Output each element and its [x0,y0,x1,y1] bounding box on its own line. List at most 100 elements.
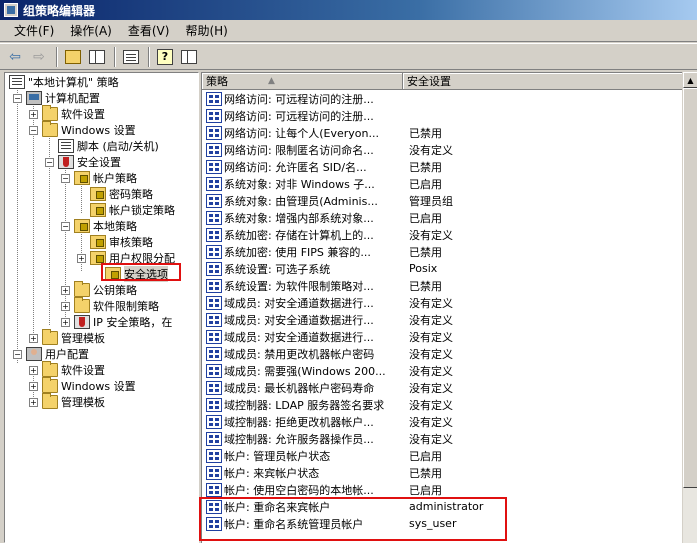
list-item[interactable]: 域成员: 对安全通道数据进行... 没有定义 [202,294,682,311]
expand-icon[interactable]: + [29,381,38,391]
policy-item-icon [206,125,222,140]
list-item[interactable]: 域成员: 最长机器帐户密码寿命 没有定义 [202,379,682,396]
policy-list[interactable]: 策略 ▲ 安全设置 网络访问: 可远程访问的注册... 网络访问: 可远程访问的注… [201,72,682,543]
scroll-thumb[interactable] [683,88,697,488]
tree-item-software-restriction[interactable]: + 软件限制策略 [61,297,159,314]
column-header-setting[interactable]: 安全设置 [403,73,682,90]
policy-name: 域成员: 最长机器帐户密码寿命 [224,381,375,395]
tree-item-password-policy[interactable]: 密码策略 [90,186,153,202]
folder-icon [42,377,58,393]
policy-setting: 没有定义 [409,143,453,157]
forward-arrow-icon[interactable]: ⇨ [28,46,50,68]
menu-view[interactable]: 查看(V) [120,20,178,41]
security-icon [58,155,74,169]
list-item[interactable]: 网络访问: 让每个人(Everyon... 已禁用 [202,124,682,141]
vertical-scrollbar[interactable]: ▲ [682,72,697,543]
policy-name: 域成员: 禁用更改机器帐户密码 [224,347,375,361]
policy-name: 网络访问: 允许匿名 SID/名... [224,160,367,174]
tree-item-ipsec[interactable]: + IP 安全策略，在 [61,314,172,330]
tree-item-computer-config[interactable]: − 计算机配置 [13,90,100,106]
tree-item-label: 脚本 (启动/关机) [77,140,159,153]
list-item[interactable]: 网络访问: 允许匿名 SID/名... 已禁用 [202,158,682,175]
expand-icon[interactable]: + [61,301,70,311]
tree-item-admin-templates[interactable]: + 管理模板 [29,329,105,346]
tree-item-label: 帐户锁定策略 [109,204,175,217]
list-item[interactable]: 网络访问: 可远程访问的注册... [202,107,682,124]
scroll-up-icon[interactable]: ▲ [683,72,697,88]
show-hide-tree-icon[interactable] [86,46,108,68]
expand-icon[interactable]: + [29,365,38,375]
tree-item-lockout-policy[interactable]: 帐户锁定策略 [90,202,175,218]
menu-action[interactable]: 操作(A) [62,20,120,41]
tree-item-label: 管理模板 [61,332,105,345]
tree-item-user-config[interactable]: − 用户配置 [13,346,89,362]
collapse-icon[interactable]: − [45,157,54,167]
menu-help[interactable]: 帮助(H) [177,20,235,41]
highlight-box-tree [101,263,181,281]
list-item[interactable]: 帐户: 管理员帐户状态 已启用 [202,447,682,464]
collapse-icon[interactable]: − [13,93,22,103]
script-icon [58,139,74,153]
list-item[interactable]: 域成员: 禁用更改机器帐户密码 没有定义 [202,345,682,362]
tree-item-root[interactable]: "本地计算机" 策略 [9,74,119,90]
tree-item-public-key[interactable]: + 公钥策略 [61,281,137,298]
list-item[interactable]: 域成员: 对安全通道数据进行... 没有定义 [202,311,682,328]
tree-item-audit-policy[interactable]: 审核策略 [90,234,153,250]
list-item[interactable]: 系统对象: 对非 Windows 子... 已启用 [202,175,682,192]
list-item[interactable]: 域控制器: 允许服务器操作员... 没有定义 [202,430,682,447]
toolbar: ⇦ ⇨ ? [0,43,697,70]
list-item[interactable]: 系统对象: 增强内部系统对象... 已启用 [202,209,682,226]
policy-setting: 已禁用 [409,466,442,480]
list-item[interactable]: 域控制器: 拒绝更改机器帐户... 没有定义 [202,413,682,430]
tree-pane[interactable]: "本地计算机" 策略 − 计算机配置 + 软件设置 − Windows 设置 脚… [4,72,199,543]
list-item[interactable]: 域控制器: LDAP 服务器签名要求 没有定义 [202,396,682,413]
list-item[interactable]: 网络访问: 可远程访问的注册... [202,90,682,107]
collapse-icon[interactable]: − [61,221,70,231]
collapse-icon[interactable]: − [29,125,38,135]
collapse-icon[interactable]: − [61,173,70,183]
tree-item-windows-settings[interactable]: − Windows 设置 [29,121,136,138]
list-item[interactable]: 系统加密: 使用 FIPS 兼容的... 已禁用 [202,243,682,260]
list-item[interactable]: 系统设置: 为软件限制策略对... 已禁用 [202,277,682,294]
policy-item-icon [206,465,222,480]
policy-setting: 没有定义 [409,296,453,310]
policy-name: 系统对象: 增强内部系统对象... [224,211,374,225]
tree-item-security-settings[interactable]: − 安全设置 [45,154,121,170]
properties-icon[interactable] [178,46,200,68]
tree-item-user-windows-settings[interactable]: + Windows 设置 [29,377,136,394]
expand-icon[interactable]: + [61,285,70,295]
tree-item-user-admin-templates[interactable]: + 管理模板 [29,393,105,410]
list-item[interactable]: 系统对象: 由管理员(Adminis... 管理员组 [202,192,682,209]
tree-item-local-policies[interactable]: − 本地策略 [61,218,137,234]
list-item[interactable]: 帐户: 使用空白密码的本地帐... 已启用 [202,481,682,498]
window-title: 组策略编辑器 [23,3,96,18]
lock-folder-icon [90,203,106,217]
help-icon[interactable]: ? [154,46,176,68]
list-item[interactable]: 网络访问: 限制匿名访问命名... 没有定义 [202,141,682,158]
list-item[interactable]: 系统加密: 存储在计算机上的... 没有定义 [202,226,682,243]
export-list-icon[interactable] [120,46,142,68]
toolbar-separator [114,46,116,67]
expand-icon[interactable]: + [61,317,70,327]
menu-file[interactable]: 文件(F) [6,20,62,41]
list-item[interactable]: 域成员: 对安全通道数据进行... 没有定义 [202,328,682,345]
list-item[interactable]: 帐户: 来宾帐户状态 已禁用 [202,464,682,481]
tree-item-software-settings[interactable]: + 软件设置 [29,105,105,122]
expand-icon[interactable]: + [29,397,38,407]
expand-icon[interactable]: + [29,333,38,343]
tree-item-scripts[interactable]: 脚本 (启动/关机) [58,138,159,154]
back-arrow-icon[interactable]: ⇦ [4,46,26,68]
list-item[interactable]: 域成员: 需要强(Windows 200... 没有定义 [202,362,682,379]
tree-item-user-software-settings[interactable]: + 软件设置 [29,361,105,378]
expand-icon[interactable]: + [77,253,86,263]
policy-item-icon [206,363,222,378]
tree-item-account-policies[interactable]: − 帐户策略 [61,170,137,186]
policy-item-icon [206,329,222,344]
tree-item-label: 公钥策略 [93,284,137,297]
column-header-policy[interactable]: 策略 ▲ [202,73,403,90]
expand-icon[interactable]: + [29,109,38,119]
collapse-icon[interactable]: − [13,349,22,359]
policy-setting: 没有定义 [409,330,453,344]
up-folder-icon[interactable] [62,46,84,68]
list-item[interactable]: 系统设置: 可选子系统 Posix [202,260,682,277]
